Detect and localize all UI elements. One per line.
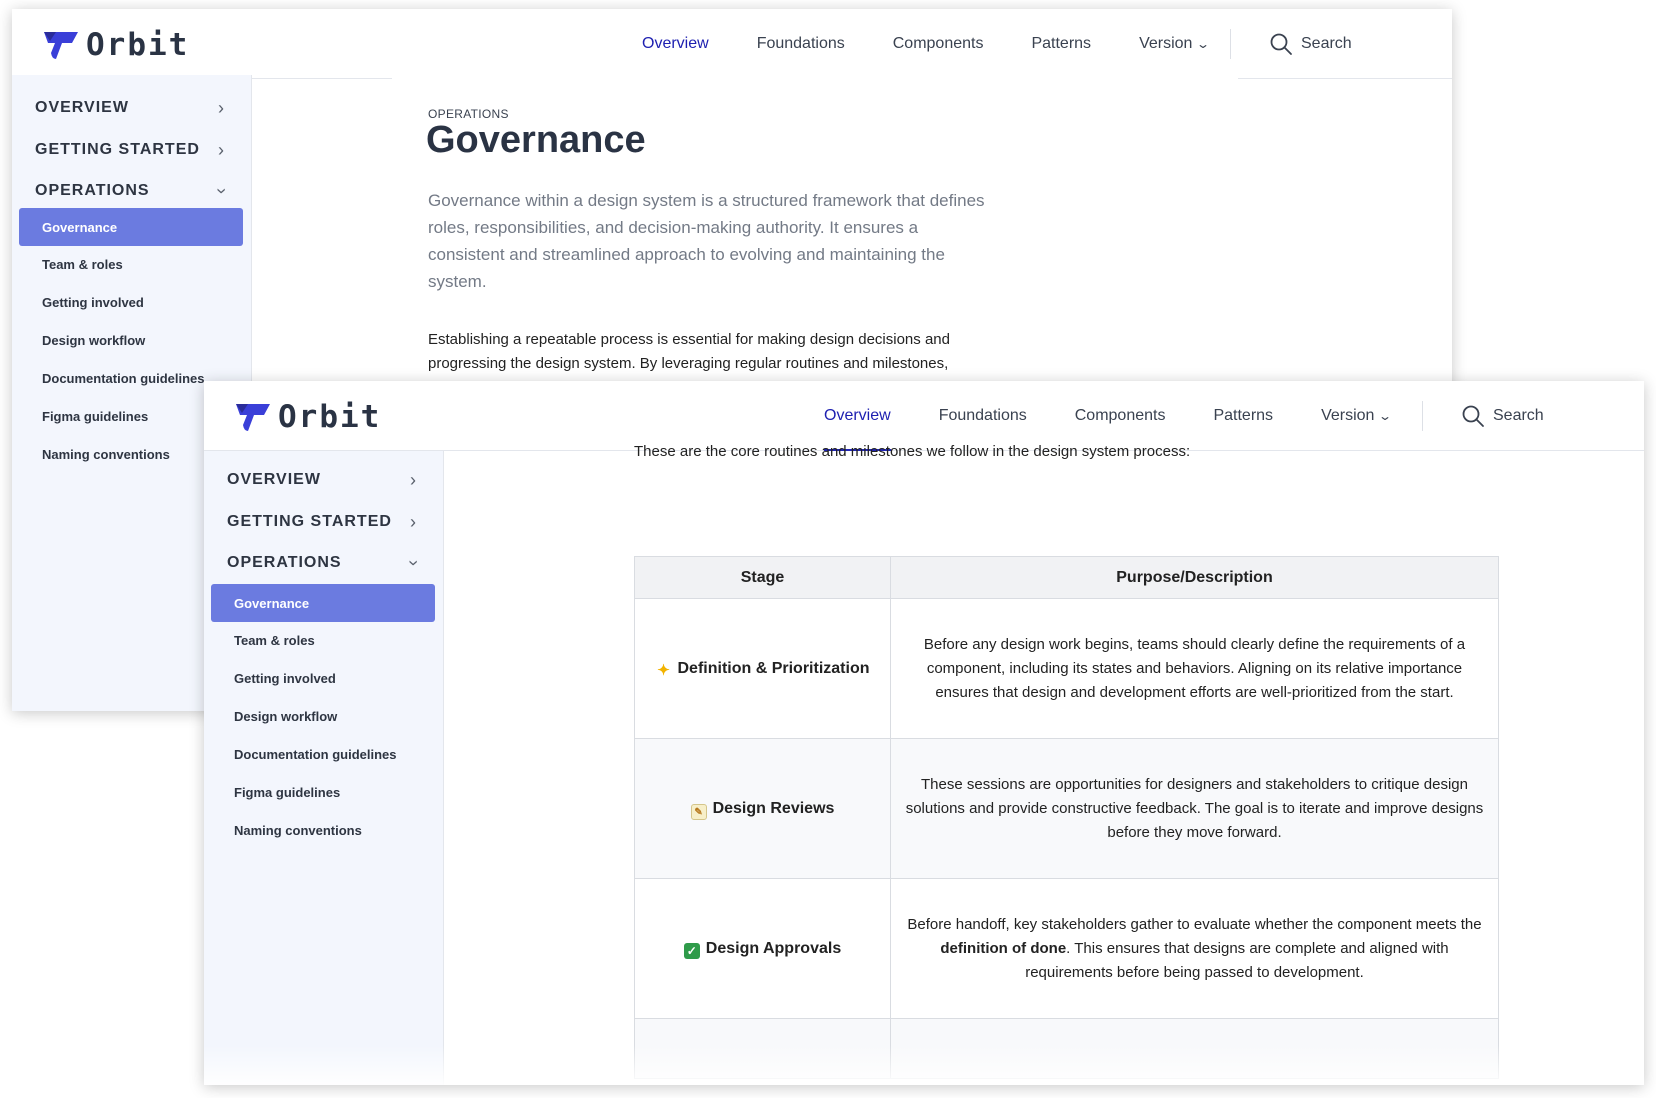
search-label: Search bbox=[1493, 407, 1544, 424]
column-header-description: Purpose/Description bbox=[890, 556, 1499, 599]
description-cell: These sessions are opportunities for des… bbox=[890, 738, 1499, 879]
sidebar-item-figma-guidelines[interactable]: Figma guidelines bbox=[234, 785, 340, 800]
search-button[interactable]: Search bbox=[1269, 9, 1352, 79]
orbit-logo-icon bbox=[44, 32, 78, 59]
logo[interactable]: Orbit bbox=[42, 27, 189, 63]
stage-name: Definition & Prioritization bbox=[677, 659, 870, 677]
sidebar-item-design-workflow[interactable]: Design workflow bbox=[42, 333, 145, 348]
stage-name: Design Approvals bbox=[705, 939, 842, 957]
description-cell: Before handoff, key stakeholders gather … bbox=[890, 878, 1499, 1019]
stage-cell: ✦ Definition & Prioritization bbox=[634, 598, 891, 739]
sidebar-section-operations[interactable]: OPERATIONS › bbox=[35, 176, 232, 206]
nav-components-label: Components bbox=[1074, 407, 1166, 424]
sidebar: OVERVIEW › GETTING STARTED › OPERATIONS › G… bbox=[204, 451, 444, 1085]
sidebar-item-team-roles[interactable]: Team & roles bbox=[234, 633, 315, 648]
nav-components-label: Components bbox=[892, 35, 984, 52]
nav-version-label: Version bbox=[1321, 407, 1375, 424]
sidebar-item-team-roles[interactable]: Team & roles bbox=[42, 257, 123, 272]
section-label: OVERVIEW bbox=[227, 471, 321, 488]
sidebar-item-documentation-guidelines[interactable]: Documentation guidelines bbox=[234, 747, 397, 762]
nav-patterns[interactable]: Patterns bbox=[1213, 381, 1273, 451]
nav-divider bbox=[1230, 29, 1231, 59]
description-text: Before handoff, key stakeholders gather … bbox=[907, 915, 1482, 933]
search-icon bbox=[1270, 33, 1292, 55]
nav-overview-label: Overview bbox=[642, 35, 709, 52]
main-nav: Overview Foundations Components Patterns… bbox=[642, 9, 1257, 79]
nav-patterns-label: Patterns bbox=[1031, 35, 1092, 52]
sidebar-item-design-workflow[interactable]: Design workflow bbox=[234, 709, 337, 724]
sidebar-section-getting-started[interactable]: GETTING STARTED › bbox=[227, 507, 417, 537]
section-label: GETTING STARTED bbox=[35, 141, 200, 158]
description-cell: Before any design work begins, teams sho… bbox=[890, 598, 1499, 739]
table-header-row: Stage Purpose/Description bbox=[634, 556, 1499, 599]
check-icon: ✓ bbox=[683, 942, 700, 959]
sidebar-item-label: Governance bbox=[42, 219, 118, 235]
nav-patterns-label: Patterns bbox=[1213, 407, 1274, 424]
sidebar-item-getting-involved[interactable]: Getting involved bbox=[234, 671, 336, 686]
nav-divider bbox=[1422, 401, 1423, 431]
table-row: ✦ Definition & Prioritization Before any … bbox=[634, 598, 1499, 739]
intro-paragraph: These are the core routines and mileston… bbox=[634, 443, 1191, 460]
column-header-stage: Stage bbox=[634, 556, 891, 599]
sidebar-item-documentation-guidelines[interactable]: Documentation guidelines bbox=[42, 371, 205, 386]
sidebar-item-governance[interactable]: Governance bbox=[211, 584, 435, 622]
memo-icon: ✎ bbox=[690, 803, 707, 820]
chevron-right-icon: › bbox=[218, 97, 225, 118]
logo[interactable]: Orbit bbox=[234, 399, 381, 435]
sidebar-item-naming-conventions[interactable]: Naming conventions bbox=[234, 823, 362, 838]
chevron-down-icon: › bbox=[212, 187, 232, 195]
orbit-logo-icon bbox=[236, 404, 270, 431]
nav-foundations-label: Foundations bbox=[756, 35, 845, 52]
search-icon bbox=[1462, 405, 1484, 427]
section-label: OPERATIONS bbox=[35, 182, 150, 199]
nav-version-label: Version bbox=[1139, 35, 1193, 52]
stages-table: Stage Purpose/Description ✦ Definition & … bbox=[634, 556, 1499, 1079]
section-label: GETTING STARTED bbox=[227, 513, 392, 530]
section-label: OPERATIONS bbox=[227, 554, 342, 571]
nav-patterns[interactable]: Patterns bbox=[1031, 9, 1091, 79]
stage-cell: ✓ Design Approvals bbox=[634, 878, 891, 1019]
stage-name: Design Reviews bbox=[712, 799, 835, 817]
table-row: ✓ Design Approvals Before handoff, key st… bbox=[634, 878, 1499, 1019]
stage-cell: ✎ Design Reviews bbox=[634, 738, 891, 879]
nav-foundations-label: Foundations bbox=[938, 407, 1027, 424]
chevron-right-icon: › bbox=[410, 469, 417, 490]
sidebar-section-operations[interactable]: OPERATIONS › bbox=[227, 548, 424, 578]
chevron-down-icon: › bbox=[404, 559, 424, 567]
sidebar-item-naming-conventions[interactable]: Naming conventions bbox=[42, 447, 170, 462]
sidebar-item-getting-involved[interactable]: Getting involved bbox=[42, 295, 144, 310]
body-paragraph: Establishing a repeatable process is ess… bbox=[428, 331, 950, 372]
sidebar-section-overview[interactable]: OVERVIEW › bbox=[35, 93, 225, 123]
nav-foundations[interactable]: Foundations bbox=[757, 9, 845, 79]
chevron-right-icon: › bbox=[218, 139, 225, 160]
sidebar-item-label: Governance bbox=[234, 595, 310, 611]
description-emphasis: definition of done bbox=[940, 939, 1067, 957]
nav-version[interactable]: Version ⌄ bbox=[1321, 381, 1393, 451]
sidebar-item-governance[interactable]: Governance bbox=[19, 208, 243, 246]
nav-overview-label: Overview bbox=[824, 407, 891, 424]
logo-text: Orbit bbox=[86, 27, 190, 63]
nav-version[interactable]: Version ⌄ bbox=[1139, 9, 1211, 79]
logo-text: Orbit bbox=[278, 399, 382, 435]
nav-overview[interactable]: Overview bbox=[642, 9, 709, 79]
scroll-fade bbox=[204, 1045, 1644, 1085]
lead-paragraph: Governance within a design system is a s… bbox=[428, 191, 985, 291]
chevron-down-icon: ⌄ bbox=[1196, 37, 1211, 51]
chevron-down-icon: ⌄ bbox=[1378, 409, 1393, 423]
page-title: Governance bbox=[426, 119, 646, 161]
search-button[interactable]: Search bbox=[1461, 381, 1544, 451]
chevron-right-icon: › bbox=[410, 511, 417, 532]
sidebar-section-overview[interactable]: OVERVIEW › bbox=[227, 465, 417, 495]
search-label: Search bbox=[1301, 35, 1352, 52]
nav-components[interactable]: Components bbox=[893, 9, 984, 79]
sidebar-item-figma-guidelines[interactable]: Figma guidelines bbox=[42, 409, 148, 424]
table-row: ✎ Design Reviews These sessions are oppor… bbox=[634, 738, 1499, 879]
section-label: OVERVIEW bbox=[35, 99, 129, 116]
header: Orbit Overview Foundations Components Pa… bbox=[12, 9, 1452, 79]
sidebar-section-getting-started[interactable]: GETTING STARTED › bbox=[35, 135, 225, 165]
sparkle-icon: ✦ bbox=[657, 661, 670, 679]
description-text: . This ensures that designs are complete… bbox=[1025, 939, 1449, 981]
front-window: Orbit Overview Foundations Components Pa… bbox=[204, 381, 1644, 1085]
